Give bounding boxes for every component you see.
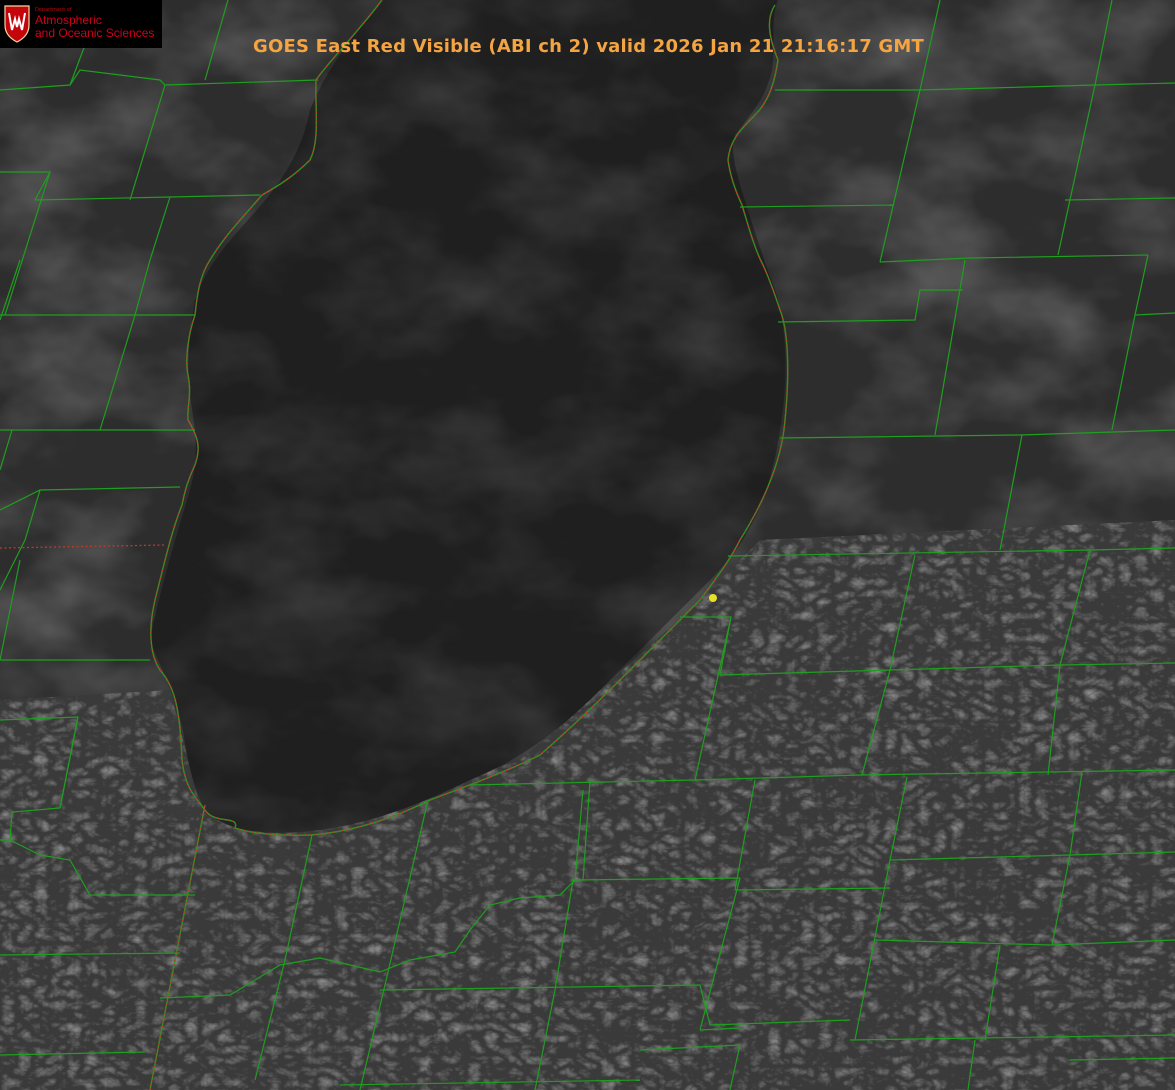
station-marker (709, 594, 717, 602)
satellite-map (0, 0, 1175, 1090)
image-title: GOES East Red Visible (ABI ch 2) valid 2… (252, 36, 924, 57)
logo-line-1: Atmospheric (35, 13, 102, 27)
